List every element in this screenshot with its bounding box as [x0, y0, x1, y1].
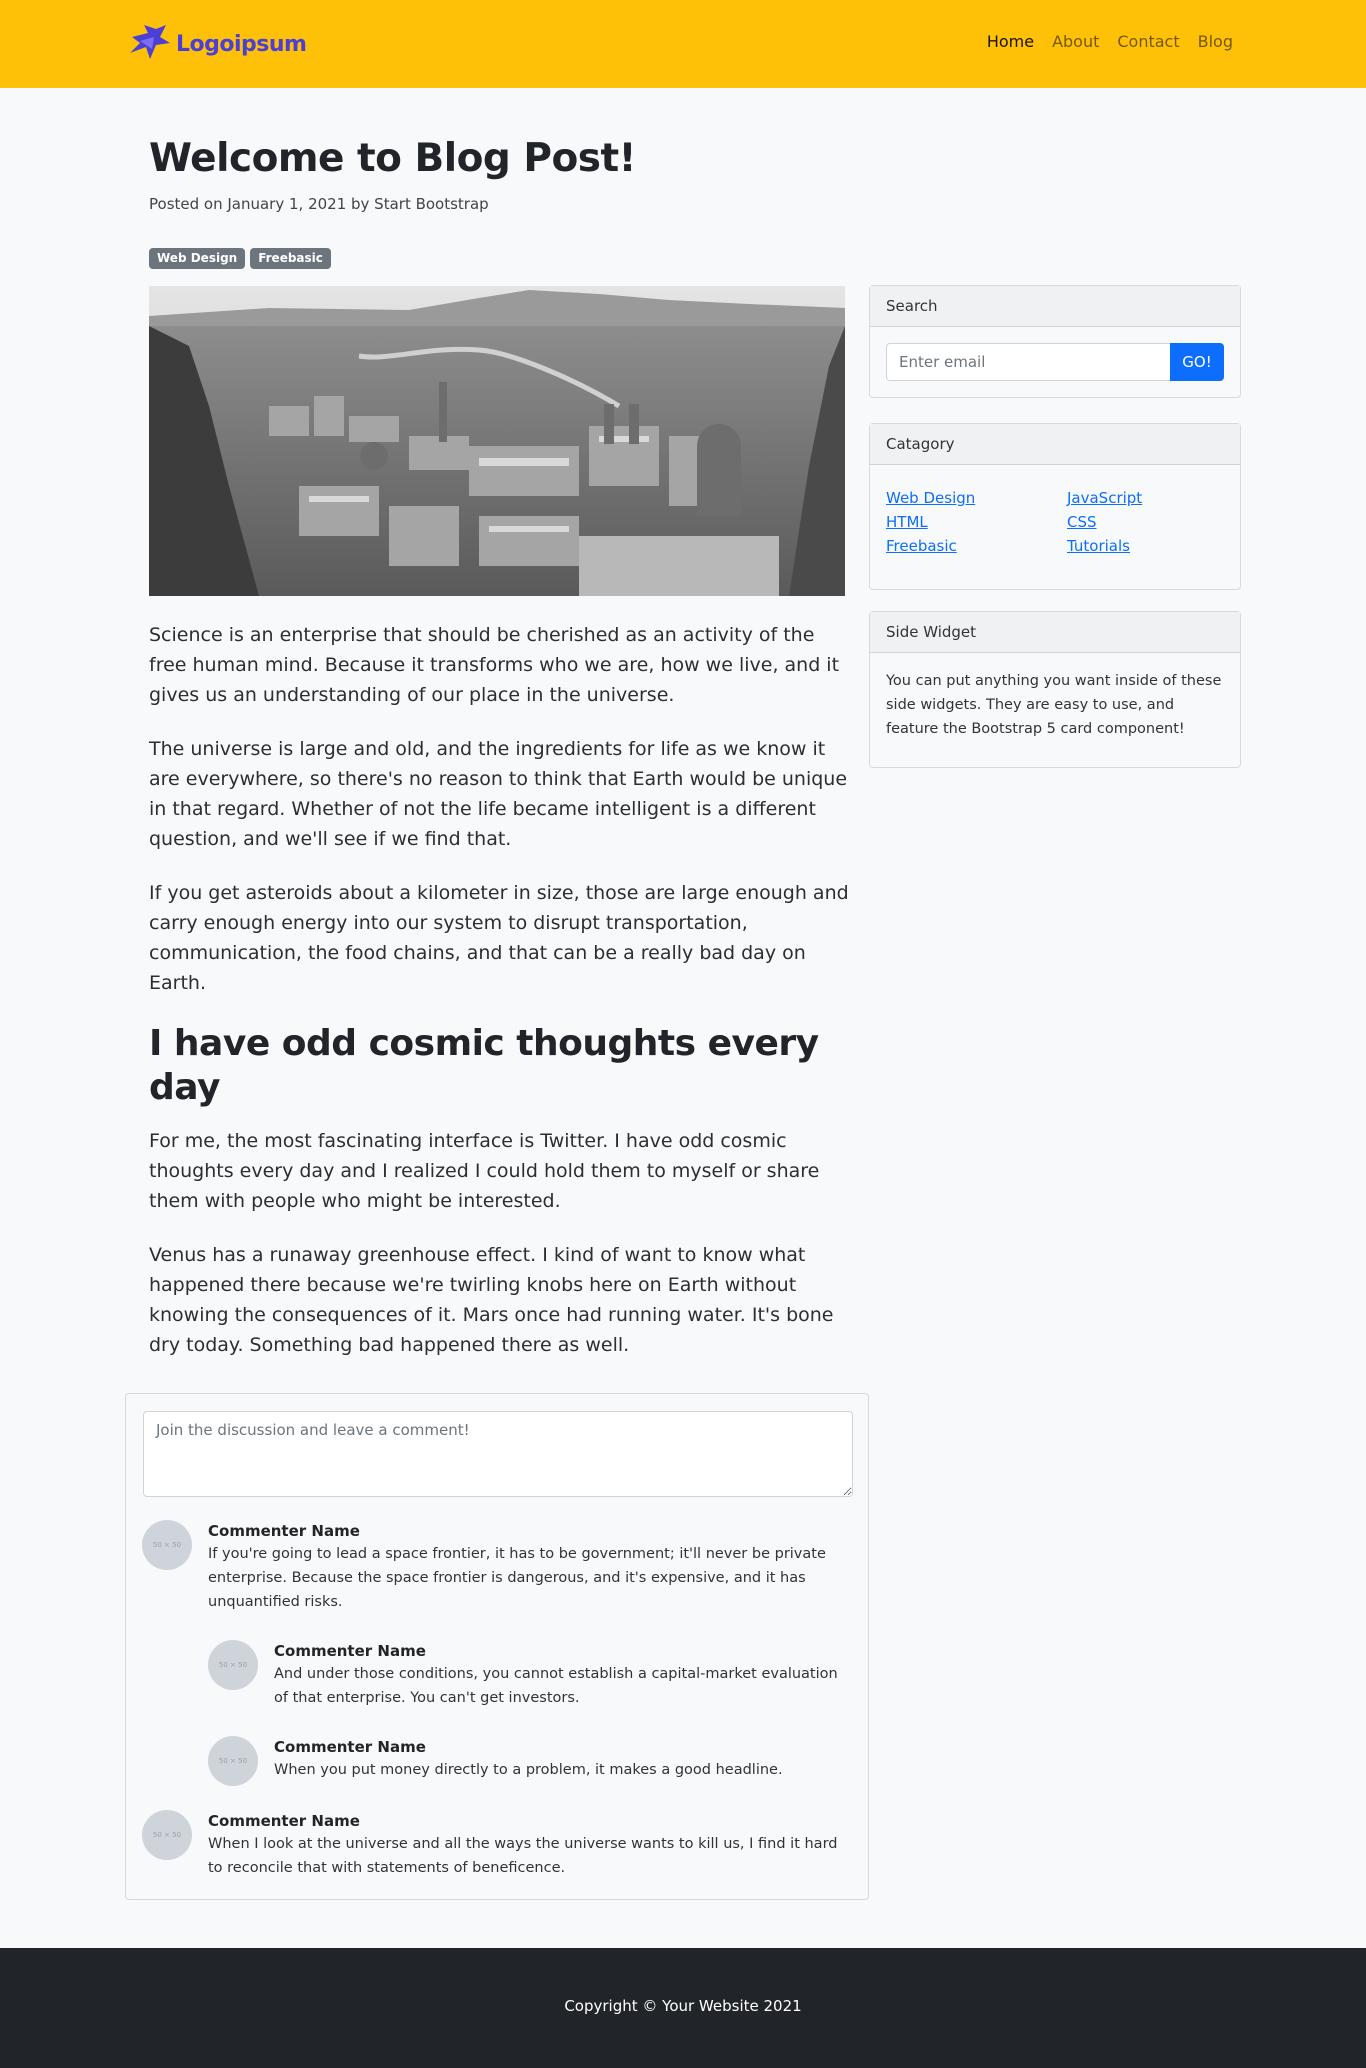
- category-link-javascript[interactable]: JavaScript: [1067, 487, 1227, 509]
- brand-link[interactable]: Logoipsum: [126, 22, 307, 66]
- commenter-name: Commenter Name: [208, 1812, 360, 1830]
- comment: 50 × 50 Commenter Name If you're going t…: [142, 1520, 854, 1614]
- comment-text: When you put money directly to a problem…: [274, 1762, 783, 1778]
- logo-icon: [130, 25, 170, 59]
- post-paragraph: The universe is large and old, and the i…: [149, 738, 848, 850]
- comment-textarea[interactable]: [143, 1411, 853, 1497]
- post-paragraph: Venus has a runaway greenhouse effect. I…: [149, 1244, 834, 1356]
- post-tags: Web Design Freebasic: [149, 248, 331, 269]
- brand-name: Logoipsum: [176, 31, 307, 57]
- nav-about[interactable]: About: [1052, 32, 1099, 51]
- post-subheading: I have odd cosmic thoughts every day: [149, 1023, 819, 1108]
- avatar: 50 × 50: [142, 1810, 192, 1860]
- side-widget-title: Side Widget: [870, 612, 1240, 653]
- post-paragraph: For me, the most fascinating interface i…: [149, 1130, 820, 1212]
- footer: Copyright © Your Website 2021: [0, 1948, 1366, 2068]
- post-paragraph: Science is an enterprise that should be …: [149, 624, 840, 706]
- comment-text: And under those conditions, you cannot e…: [274, 1666, 838, 1706]
- comments-section: 50 × 50 Commenter Name If you're going t…: [125, 1393, 869, 1900]
- navbar: Logoipsum Home About Contact Blog: [0, 0, 1366, 88]
- commenter-name: Commenter Name: [208, 1522, 360, 1540]
- commenter-name: Commenter Name: [274, 1738, 426, 1756]
- comment-reply: 50 × 50 Commenter Name When you put mone…: [208, 1736, 854, 1786]
- category-card-title: Catagory: [870, 424, 1240, 465]
- side-widget-text: You can put anything you want inside of …: [886, 673, 1222, 737]
- category-link-html[interactable]: HTML: [886, 511, 1067, 533]
- post-paragraph: If you get asteroids about a kilometer i…: [149, 882, 849, 994]
- footer-copyright: Copyright © Your Website 2021: [564, 1997, 802, 2015]
- category-link-css[interactable]: CSS: [1067, 511, 1227, 533]
- category-card: Catagory Web Design JavaScript HTML CSS …: [869, 423, 1241, 590]
- search-card: Search GO!: [869, 285, 1241, 398]
- search-card-title: Search: [870, 286, 1240, 327]
- city-panorama-image: [149, 286, 845, 596]
- nav-home[interactable]: Home: [987, 32, 1034, 51]
- post-image: [149, 286, 845, 596]
- category-link-web-design[interactable]: Web Design: [886, 487, 1067, 509]
- search-go-button[interactable]: GO!: [1170, 343, 1224, 381]
- category-links: Web Design JavaScript HTML CSS Freebasic…: [886, 481, 1224, 573]
- tag-badge[interactable]: Web Design: [149, 248, 246, 269]
- nav-contact[interactable]: Contact: [1117, 32, 1179, 51]
- side-widget-card: Side Widget You can put anything you wan…: [869, 611, 1241, 768]
- comment-text: If you're going to lead a space frontier…: [208, 1546, 826, 1610]
- comment-text: When I look at the universe and all the …: [208, 1836, 838, 1876]
- avatar: 50 × 50: [208, 1640, 258, 1690]
- search-group: GO!: [886, 343, 1224, 381]
- comment-reply: 50 × 50 Commenter Name And under those c…: [208, 1640, 854, 1710]
- avatar: 50 × 50: [142, 1520, 192, 1570]
- tag-badge[interactable]: Freebasic: [250, 248, 331, 269]
- category-link-freebasic[interactable]: Freebasic: [886, 535, 1067, 557]
- nav-blog[interactable]: Blog: [1198, 32, 1233, 51]
- post-meta: Posted on January 1, 2021 by Start Boots…: [149, 195, 489, 213]
- commenter-name: Commenter Name: [274, 1642, 426, 1660]
- post-content: Science is an enterprise that should be …: [149, 620, 849, 1384]
- avatar: 50 × 50: [208, 1736, 258, 1786]
- comment: 50 × 50 Commenter Name When I look at th…: [142, 1810, 854, 1880]
- post-title: Welcome to Blog Post!: [149, 136, 636, 181]
- main-nav: Home About Contact Blog: [987, 32, 1233, 51]
- search-input[interactable]: [886, 343, 1170, 381]
- category-link-tutorials[interactable]: Tutorials: [1067, 535, 1227, 557]
